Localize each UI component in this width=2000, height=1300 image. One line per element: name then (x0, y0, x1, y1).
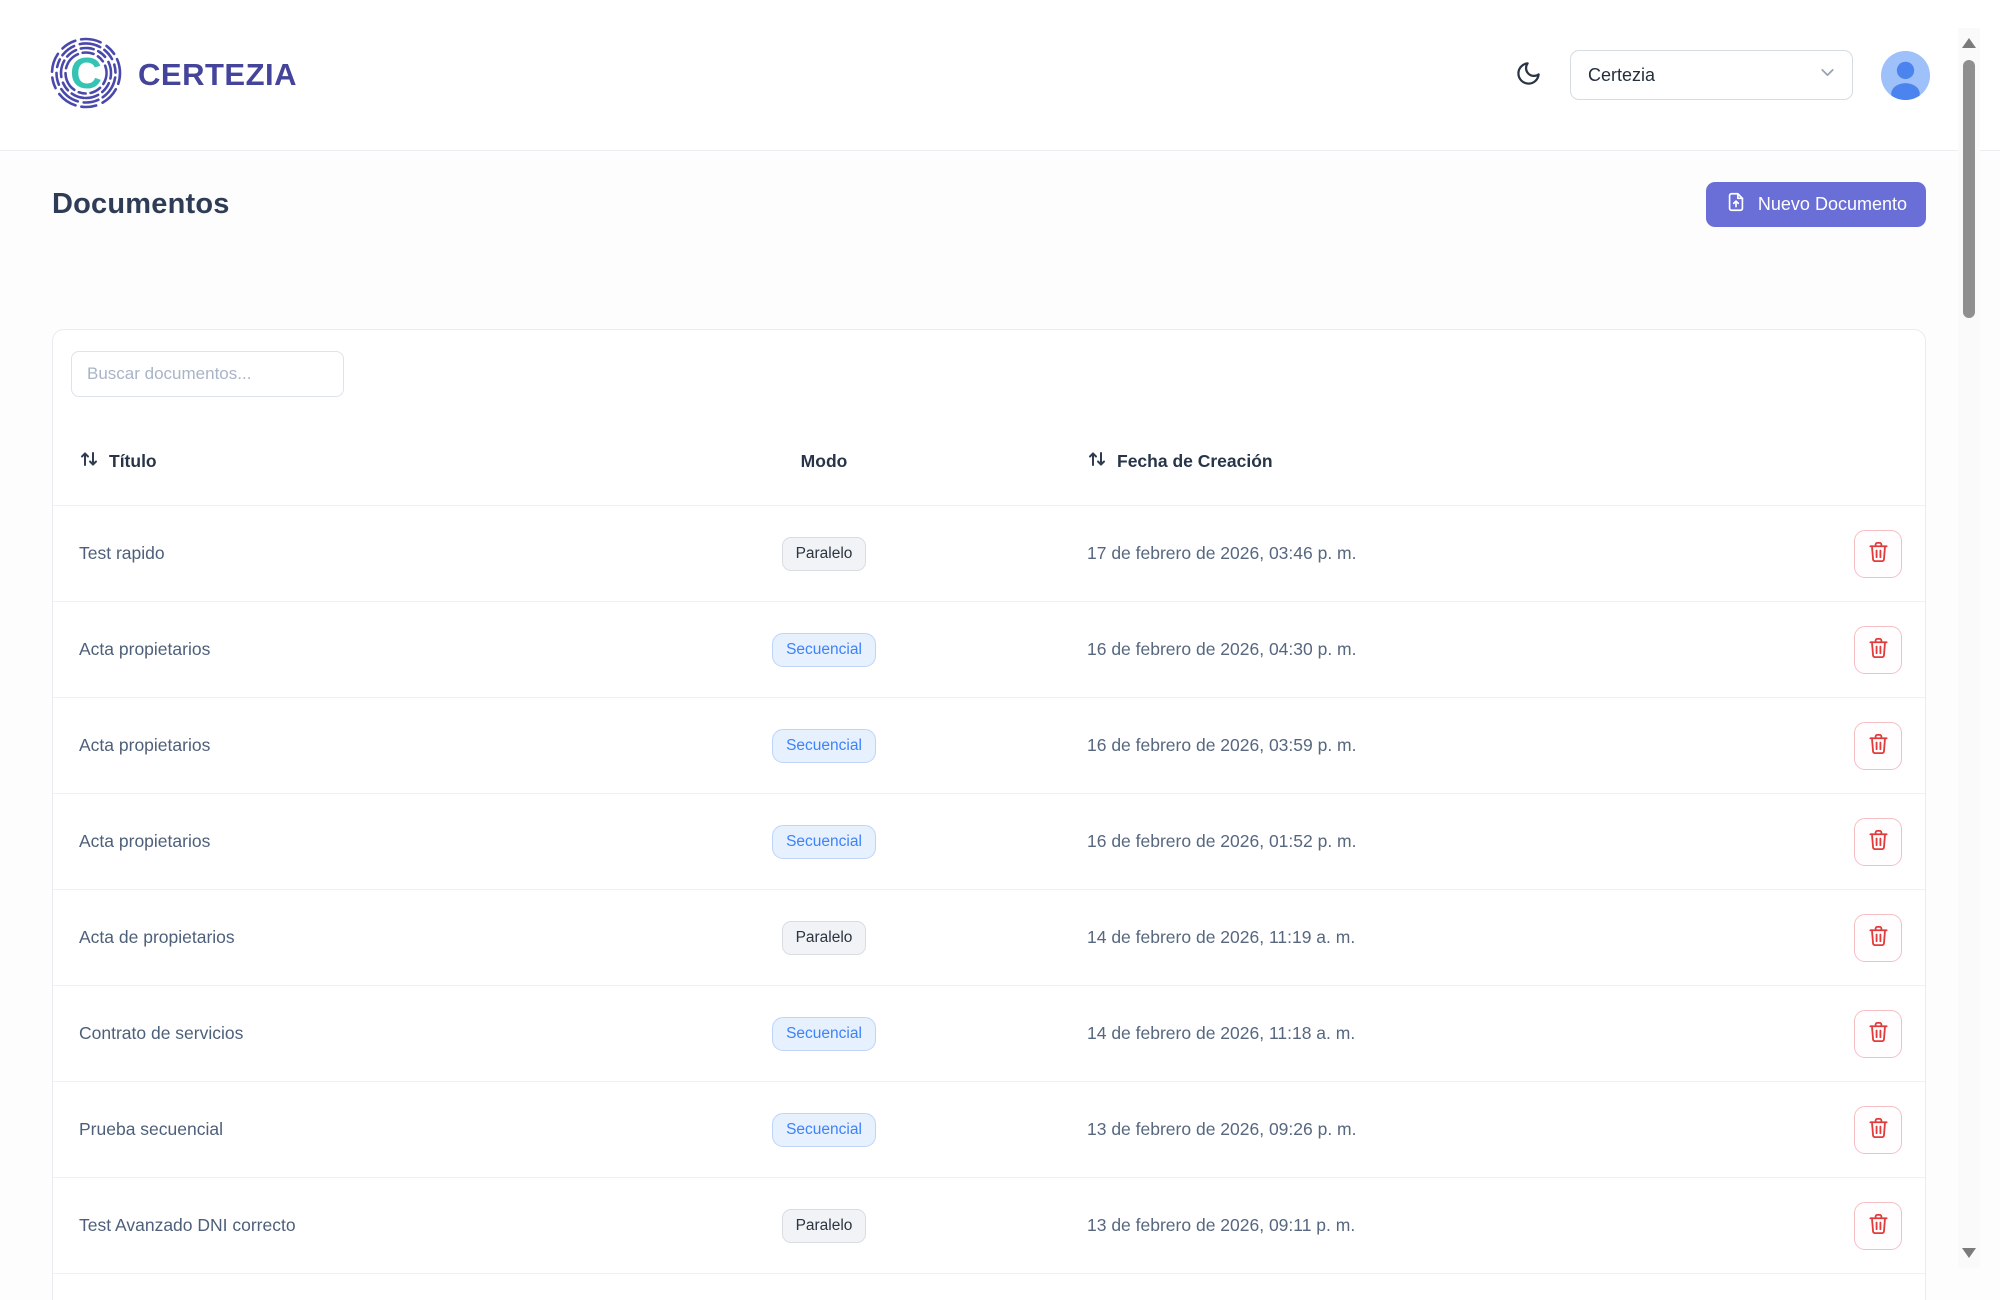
mode-badge: Paralelo (782, 537, 867, 571)
scrollbar-up-arrow[interactable] (1962, 38, 1976, 48)
table-row[interactable]: Acta propietarios Secuencial 16 de febre… (53, 698, 1925, 794)
creation-date: 13 de febrero de 2026, 09:11 p. m. (924, 1215, 1831, 1236)
trash-icon (1867, 732, 1890, 759)
trash-icon (1867, 1212, 1890, 1239)
page-header-row: Documentos Nuevo Documento (52, 181, 1926, 227)
file-upload-icon (1725, 191, 1747, 218)
document-title: Acta propietarios (79, 639, 724, 660)
delete-document-button[interactable] (1854, 530, 1902, 578)
delete-document-button[interactable] (1854, 1202, 1902, 1250)
table-header-row: Título Modo Fecha de Creación (53, 418, 1925, 506)
document-title: Acta de propietarios (79, 927, 724, 948)
trash-icon (1867, 1020, 1890, 1047)
app-window: C CERTEZIA Certezia (0, 0, 2000, 1300)
main-content: Documentos Nuevo Documento (0, 181, 2000, 1300)
column-header-fecha-label: Fecha de Creación (1117, 451, 1273, 472)
organization-selector-value: Certezia (1588, 65, 1655, 86)
document-title: Acta propietarios (79, 735, 724, 756)
top-navbar: C CERTEZIA Certezia (0, 0, 2000, 151)
document-title: Acta propietarios (79, 831, 724, 852)
certezia-fingerprint-logo-icon: C (48, 35, 124, 116)
delete-document-button[interactable] (1854, 818, 1902, 866)
creation-date: 16 de febrero de 2026, 04:30 p. m. (924, 639, 1831, 660)
creation-date: 16 de febrero de 2026, 03:59 p. m. (924, 735, 1831, 756)
mode-badge: Secuencial (772, 825, 876, 859)
new-document-button-label: Nuevo Documento (1758, 194, 1907, 215)
page-title: Documentos (52, 188, 230, 221)
delete-document-button[interactable] (1854, 722, 1902, 770)
table-row[interactable]: Prueba secuencial Secuencial 13 de febre… (53, 1082, 1925, 1178)
creation-date: 17 de febrero de 2026, 03:46 p. m. (924, 543, 1831, 564)
column-header-titulo-label: Título (109, 451, 157, 472)
organization-selector[interactable]: Certezia (1570, 50, 1853, 100)
document-title: Contrato de servicios (79, 1023, 724, 1044)
trash-icon (1867, 636, 1890, 663)
document-title: Prueba secuencial (79, 1119, 724, 1140)
creation-date: 14 de febrero de 2026, 11:19 a. m. (924, 927, 1831, 948)
table-row[interactable]: Acta propietarios Secuencial 16 de febre… (53, 794, 1925, 890)
creation-date: 16 de febrero de 2026, 01:52 p. m. (924, 831, 1831, 852)
vertical-scrollbar[interactable] (1958, 28, 1980, 1268)
brand-name: CERTEZIA (138, 57, 297, 93)
mode-badge: Paralelo (782, 1209, 867, 1243)
table-row[interactable]: Test Avanzado DNI correcto Paralelo 13 d… (53, 1178, 1925, 1274)
search-bar-row (53, 330, 1925, 418)
delete-document-button[interactable] (1854, 626, 1902, 674)
brand-logo-group[interactable]: C CERTEZIA (48, 35, 297, 116)
search-input[interactable] (71, 351, 344, 397)
table-row[interactable]: Acta de propietarios Paralelo 14 de febr… (53, 890, 1925, 986)
document-title: Test Avanzado DNI correcto (79, 1215, 724, 1236)
column-header-fecha[interactable]: Fecha de Creación (924, 449, 1831, 474)
creation-date: 14 de febrero de 2026, 11:18 a. m. (924, 1023, 1831, 1044)
creation-date: 13 de febrero de 2026, 09:26 p. m. (924, 1119, 1831, 1140)
table-body: Test rapido Paralelo 17 de febrero de 20… (53, 506, 1925, 1274)
trash-icon (1867, 1116, 1890, 1143)
table-row[interactable]: Contrato de servicios Secuencial 14 de f… (53, 986, 1925, 1082)
column-header-titulo[interactable]: Título (79, 449, 724, 474)
mode-badge: Secuencial (772, 1017, 876, 1051)
trash-icon (1867, 924, 1890, 951)
mode-badge: Secuencial (772, 633, 876, 667)
mode-badge: Secuencial (772, 1113, 876, 1147)
scrollbar-thumb[interactable] (1963, 60, 1975, 318)
user-avatar[interactable] (1881, 51, 1930, 100)
dark-mode-toggle-button[interactable] (1515, 60, 1542, 90)
mode-badge: Secuencial (772, 729, 876, 763)
documents-card: Título Modo Fecha de Creación Test rapid… (52, 329, 1926, 1300)
delete-document-button[interactable] (1854, 1010, 1902, 1058)
chevron-down-icon (1817, 62, 1838, 88)
mode-badge: Paralelo (782, 921, 867, 955)
scrollbar-down-arrow[interactable] (1962, 1248, 1976, 1258)
svg-text:C: C (70, 49, 102, 98)
sort-arrows-icon (79, 449, 99, 474)
table-row[interactable]: Test rapido Paralelo 17 de febrero de 20… (53, 506, 1925, 602)
delete-document-button[interactable] (1854, 1106, 1902, 1154)
document-title: Test rapido (79, 543, 724, 564)
moon-icon (1515, 60, 1542, 90)
topbar-actions: Certezia (1515, 50, 1930, 100)
delete-document-button[interactable] (1854, 914, 1902, 962)
column-header-modo: Modo (801, 451, 848, 472)
trash-icon (1867, 828, 1890, 855)
sort-arrows-icon (1087, 449, 1107, 474)
trash-icon (1867, 540, 1890, 567)
new-document-button[interactable]: Nuevo Documento (1706, 182, 1926, 227)
table-row[interactable]: Acta propietarios Secuencial 16 de febre… (53, 602, 1925, 698)
